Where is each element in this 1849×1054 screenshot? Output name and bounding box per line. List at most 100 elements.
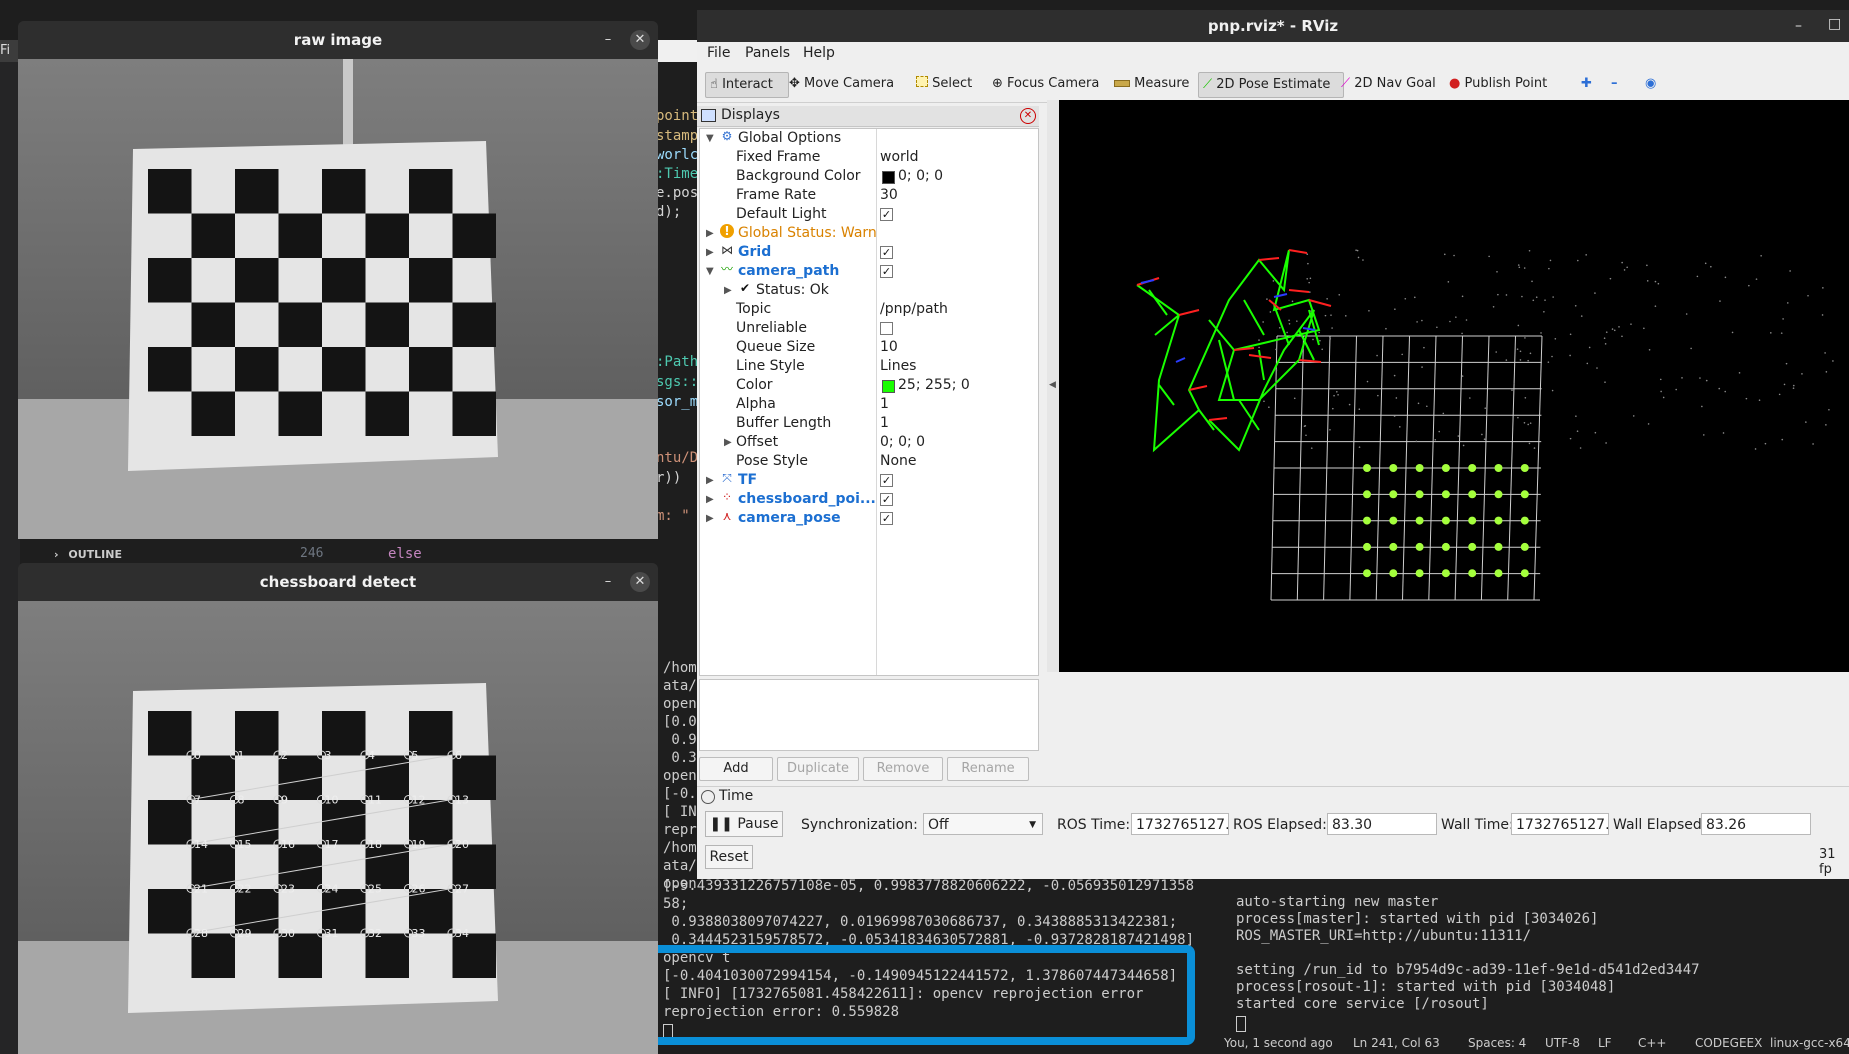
language-mode[interactable]: C++: [1638, 1036, 1667, 1050]
add-tool-icon[interactable]: ✚: [1577, 72, 1596, 96]
minimize-icon[interactable]: –: [598, 572, 618, 592]
tree-row-offset[interactable]: ▶ Offset 0; 0; 0: [700, 433, 1038, 452]
tool-publish-point[interactable]: ● Publish Point: [1445, 72, 1551, 96]
tree-row-camera-pose[interactable]: ▶ ⋏ camera_pose ✓: [700, 509, 1038, 528]
eol[interactable]: LF: [1598, 1036, 1612, 1050]
cloud-point: [1662, 396, 1665, 399]
checkbox[interactable]: [880, 322, 893, 335]
add-button[interactable]: Add: [699, 757, 773, 781]
checkbox[interactable]: ✓: [880, 246, 893, 259]
cursor-position[interactable]: Ln 241, Col 63: [1353, 1036, 1440, 1050]
tree-row-color[interactable]: Color 25; 255; 0: [700, 376, 1038, 395]
tree-row-global-status[interactable]: ▶ ! Global Status: Warn: [700, 224, 1038, 243]
view-icon[interactable]: ◉: [1641, 72, 1660, 96]
3d-viewport[interactable]: [1059, 100, 1849, 672]
git-blame[interactable]: You, 1 second ago: [1224, 1036, 1333, 1050]
checkbox[interactable]: ✓: [880, 208, 893, 221]
close-panel-icon[interactable]: ✕: [1020, 108, 1036, 124]
menu-help[interactable]: Help: [803, 45, 835, 61]
cloud-point: [1518, 266, 1521, 269]
cloud-point: [1266, 298, 1268, 300]
tree-row-background-color[interactable]: Background Color 0; 0; 0: [700, 167, 1038, 186]
chevron-right-icon: ▶: [706, 228, 714, 239]
tree-row-line-style[interactable]: Line Style Lines: [700, 357, 1038, 376]
cloud-point: [1415, 440, 1418, 443]
checkbox[interactable]: ✓: [880, 265, 893, 278]
tool-2d-pose-estimate[interactable]: ⟋ 2D Pose Estimate: [1198, 72, 1344, 98]
menu-panels[interactable]: Panels: [745, 45, 790, 61]
code-fragment: :Time: [656, 166, 699, 182]
indent-setting[interactable]: Spaces: 4: [1468, 1036, 1526, 1050]
tree-row-topic[interactable]: Topic /pnp/path: [700, 300, 1038, 319]
tree-row-buffer-length[interactable]: Buffer Length 1: [700, 414, 1038, 433]
reset-button[interactable]: Reset: [705, 845, 753, 869]
remove-tool-icon[interactable]: –: [1607, 72, 1622, 96]
chessboard-point: [1494, 516, 1503, 525]
compiler[interactable]: linux-gcc-x64: [1770, 1036, 1849, 1050]
tree-row-default-light[interactable]: Default Light ✓: [700, 205, 1038, 224]
tool-focus-camera[interactable]: ⊕ Focus Camera: [988, 72, 1103, 96]
encoding[interactable]: UTF-8: [1545, 1036, 1580, 1050]
sync-select[interactable]: Off ▼: [923, 813, 1043, 835]
displays-tree[interactable]: ▼ ⚙ Global Options Fixed Frame world Bac…: [699, 128, 1039, 676]
terminal-right[interactable]: auto-starting new master process[master]…: [1220, 878, 1849, 1038]
editor-menu-file[interactable]: Fi: [0, 40, 20, 62]
cloud-point: [1337, 393, 1339, 396]
tree-row-pose-style[interactable]: Pose Style None: [700, 452, 1038, 471]
tool-select[interactable]: Select: [912, 72, 976, 96]
tree-row-grid[interactable]: ▶ ⋈ Grid ✓: [700, 243, 1038, 262]
chessboard-point: [1520, 516, 1529, 525]
wall-elapsed-field[interactable]: 83.26: [1701, 813, 1811, 835]
tool-2d-nav-goal[interactable]: ⟋ 2D Nav Goal: [1337, 72, 1440, 96]
outline-section[interactable]: › OUTLINE: [20, 545, 320, 565]
raw-image-window[interactable]: raw image – ✕: [18, 21, 658, 539]
minimize-icon[interactable]: –: [598, 30, 618, 50]
remove-button[interactable]: Remove: [863, 757, 943, 781]
rename-button[interactable]: Rename: [947, 757, 1029, 781]
tree-row-queue-size[interactable]: Queue Size 10: [700, 338, 1038, 357]
maximize-icon[interactable]: □: [1828, 16, 1841, 32]
tree-row-frame-rate[interactable]: Frame Rate 30: [700, 186, 1038, 205]
wall-time-field[interactable]: 1732765127.41: [1511, 813, 1609, 835]
menu-file[interactable]: File: [707, 45, 730, 61]
minimize-icon[interactable]: –: [1795, 18, 1802, 34]
chessboard-detect-window[interactable]: chessboard detect – ✕ 0 1 2 3 4 5 6 7 8 9 10 11 12 13…: [18, 563, 658, 1054]
tree-row-chessboard-points[interactable]: ▶ ⁘ chessboard_poi... ✓: [700, 490, 1038, 509]
tool-measure[interactable]: Measure: [1110, 72, 1193, 96]
tree-row-status-ok[interactable]: ▶ ✔ Status: Ok: [700, 281, 1038, 300]
pause-button[interactable]: ❚❚ Pause: [705, 811, 783, 837]
tree-row-global-options[interactable]: ▼ ⚙ Global Options: [700, 129, 1038, 148]
rviz-window[interactable]: pnp.rviz* - RViz – □ File Panels Help ☝ …: [697, 10, 1849, 879]
cloud-point: [1781, 438, 1784, 441]
chevron-right-icon: ▶: [706, 494, 714, 505]
code-fragment: e.pos: [656, 185, 699, 201]
ros-elapsed-field[interactable]: 83.30: [1327, 813, 1437, 835]
chessboard-point: [1520, 490, 1529, 499]
tree-row-unreliable[interactable]: Unreliable: [700, 319, 1038, 338]
chessboard-point: [1441, 516, 1450, 525]
chessboard-point: [1363, 464, 1371, 472]
corner-label: 29: [238, 927, 252, 940]
collapse-arrow-icon[interactable]: ◀: [1049, 380, 1056, 390]
tool-interact[interactable]: ☝ Interact: [705, 72, 789, 98]
tree-row-alpha[interactable]: Alpha 1: [700, 395, 1038, 414]
cloud-point: [1527, 359, 1529, 362]
duplicate-button[interactable]: Duplicate: [777, 757, 859, 781]
pose-icon: ⋏: [722, 509, 732, 523]
ros-time-field[interactable]: 1732765127.38: [1131, 813, 1229, 835]
tree-row-fixed-frame[interactable]: Fixed Frame world: [700, 148, 1038, 167]
checkbox[interactable]: ✓: [880, 493, 893, 506]
cloud-point: [1434, 438, 1437, 441]
checkbox[interactable]: ✓: [880, 474, 893, 487]
close-icon[interactable]: ✕: [630, 30, 650, 50]
chevron-down-icon: ▼: [706, 266, 714, 277]
tree-row-camera-path[interactable]: ▼ 〰 camera_path ✓: [700, 262, 1038, 281]
chess-square: [278, 933, 322, 978]
cloud-point: [1488, 255, 1490, 258]
panel-splitter[interactable]: ◀: [1047, 100, 1059, 672]
tree-row-tf[interactable]: ▶ ⤧ TF ✓: [700, 471, 1038, 490]
tool-move-camera[interactable]: ✥ Move Camera: [785, 72, 898, 96]
codegeex[interactable]: CODEGEEX: [1695, 1036, 1762, 1050]
close-icon[interactable]: ✕: [630, 572, 650, 592]
checkbox[interactable]: ✓: [880, 512, 893, 525]
